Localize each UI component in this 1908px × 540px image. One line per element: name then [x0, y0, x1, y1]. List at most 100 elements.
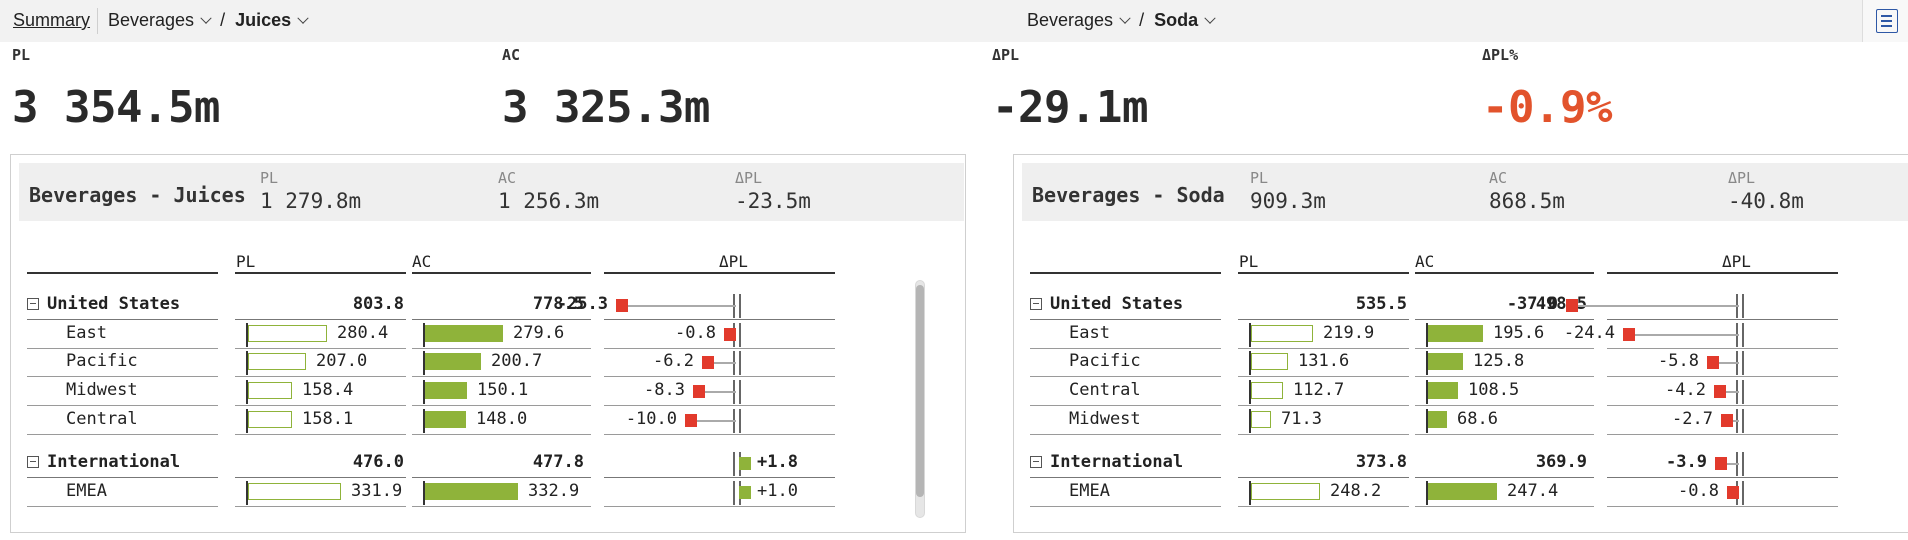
delta-marker — [685, 414, 697, 427]
column-header-ac: AC — [1415, 252, 1435, 271]
breadcrumb-level2-dropdown[interactable]: Juices — [235, 10, 309, 31]
delta-marker — [1566, 299, 1578, 312]
collapse-toggle-icon[interactable] — [1030, 456, 1042, 468]
group-row[interactable]: International 373.8 369.9 -3.9 — [1014, 450, 1838, 478]
delta-axis — [733, 481, 735, 505]
row-divider — [1238, 319, 1409, 320]
group-row[interactable]: United States 803.8 778.5 -25.3 — [11, 292, 835, 320]
pl-bar — [1251, 483, 1320, 500]
delta-axis — [739, 351, 741, 375]
row-divider — [1415, 376, 1594, 377]
delta-pin-line — [1572, 305, 1739, 307]
collapse-toggle-icon[interactable] — [1030, 298, 1042, 310]
panel-title: Beverages - Juices — [29, 183, 246, 207]
delta-pl-value: -2.7 — [1672, 409, 1713, 429]
scrollbar-thumb[interactable] — [916, 285, 924, 497]
delta-axis — [733, 452, 735, 476]
panel-kpi-value: 1 279.8m — [260, 189, 362, 213]
delta-pl-value: -37.0 — [1506, 294, 1558, 314]
kpi-value: 3 325.3m — [502, 82, 710, 133]
row-label: Central — [66, 409, 138, 429]
delta-pl-value: -0.8 — [1678, 481, 1719, 501]
row-divider — [1607, 506, 1838, 507]
row-label-text: East — [66, 323, 107, 343]
row-label: East — [66, 323, 107, 343]
pl-value: 158.4 — [302, 380, 354, 400]
ac-value: 195.6 — [1493, 323, 1545, 343]
pl-bar — [1251, 382, 1283, 399]
delta-marker — [1707, 356, 1719, 369]
row-divider — [412, 405, 591, 406]
breadcrumb-level1-dropdown[interactable]: Beverages — [108, 10, 212, 31]
ac-value: 477.8 — [532, 452, 584, 472]
kpi-ac: AC 3 325.3m — [502, 46, 710, 133]
row-divider — [1030, 405, 1221, 406]
ac-bar — [425, 411, 466, 428]
header-rule — [1607, 272, 1838, 274]
column-header-ac: AC — [412, 252, 432, 271]
row-divider — [604, 319, 835, 320]
breadcrumb-level2-dropdown[interactable]: Soda — [1154, 10, 1216, 31]
breadcrumb-level2-label: Soda — [1154, 10, 1199, 30]
pl-value: 71.3 — [1281, 409, 1322, 429]
row-label-text: International — [1050, 452, 1184, 472]
row-divider — [235, 506, 406, 507]
collapse-toggle-icon[interactable] — [27, 456, 39, 468]
row-divider — [1607, 405, 1838, 406]
kpi-label: PL — [12, 46, 31, 64]
row-divider — [1030, 506, 1221, 507]
table-row: East 219.9 195.6 -24.4 — [1014, 321, 1838, 349]
column-header-delta-pl: ΔPL — [1722, 252, 1751, 271]
row-divider — [604, 405, 835, 406]
panel-kpi-ac: AC 868.5m — [1489, 169, 1565, 213]
row-divider — [1415, 477, 1594, 478]
delta-pin-line — [622, 305, 736, 307]
row-divider — [412, 319, 591, 320]
panel-kpi-value: 868.5m — [1489, 189, 1565, 213]
table-row: Pacific 207.0 200.7 -6.2 — [11, 349, 835, 377]
breadcrumb-level1-dropdown[interactable]: Beverages — [1027, 10, 1131, 31]
collapse-toggle-icon[interactable] — [27, 298, 39, 310]
delta-marker — [1623, 328, 1635, 341]
row-divider — [1415, 506, 1594, 507]
group-row[interactable]: United States 535.5 498.5 -37.0 — [1014, 292, 1838, 320]
table-row: Midwest 158.4 150.1 -8.3 — [11, 378, 835, 406]
ac-value: 279.6 — [513, 323, 565, 343]
pl-value: 131.6 — [1298, 351, 1350, 371]
menu-button[interactable] — [1862, 0, 1908, 42]
ac-bar — [1428, 353, 1463, 370]
vertical-scrollbar[interactable] — [915, 280, 925, 518]
delta-axis — [739, 409, 741, 433]
ac-bar — [425, 382, 467, 399]
row-label-text: Central — [66, 409, 138, 429]
row-divider — [412, 434, 591, 435]
document-list-icon — [1876, 9, 1898, 33]
ac-value: 332.9 — [528, 481, 580, 501]
kpi-delta-pl: ΔPL -29.1m — [992, 46, 1148, 133]
pl-bar — [1251, 353, 1288, 370]
delta-marker — [702, 356, 714, 369]
breadcrumb-level1-label: Beverages — [108, 10, 195, 30]
chevron-down-icon — [297, 12, 309, 24]
row-divider — [1415, 319, 1594, 320]
row-divider — [1030, 319, 1221, 320]
header-rule — [412, 272, 591, 274]
row-divider — [235, 434, 406, 435]
ac-bar — [1428, 382, 1458, 399]
group-row[interactable]: International 476.0 477.8 +1.8 — [11, 450, 835, 478]
pl-value: 207.0 — [316, 351, 368, 371]
ac-bar — [425, 353, 481, 370]
delta-pl-value: +1.8 — [757, 452, 798, 472]
header-rule — [235, 272, 406, 274]
ac-bar — [1428, 325, 1483, 342]
delta-axis — [739, 323, 741, 347]
table-row: Central 112.7 108.5 -4.2 — [1014, 378, 1838, 406]
panel-soda: Beverages - Soda PL 909.3m AC 868.5m ΔPL… — [1013, 154, 1908, 533]
delta-marker — [1727, 486, 1739, 499]
row-divider — [27, 405, 218, 406]
panel-kpi-pl: PL 1 279.8m — [260, 169, 361, 213]
row-divider — [235, 319, 406, 320]
delta-pl-value: -10.0 — [625, 409, 677, 429]
ac-bar — [425, 483, 518, 500]
summary-link[interactable]: Summary — [13, 10, 90, 31]
